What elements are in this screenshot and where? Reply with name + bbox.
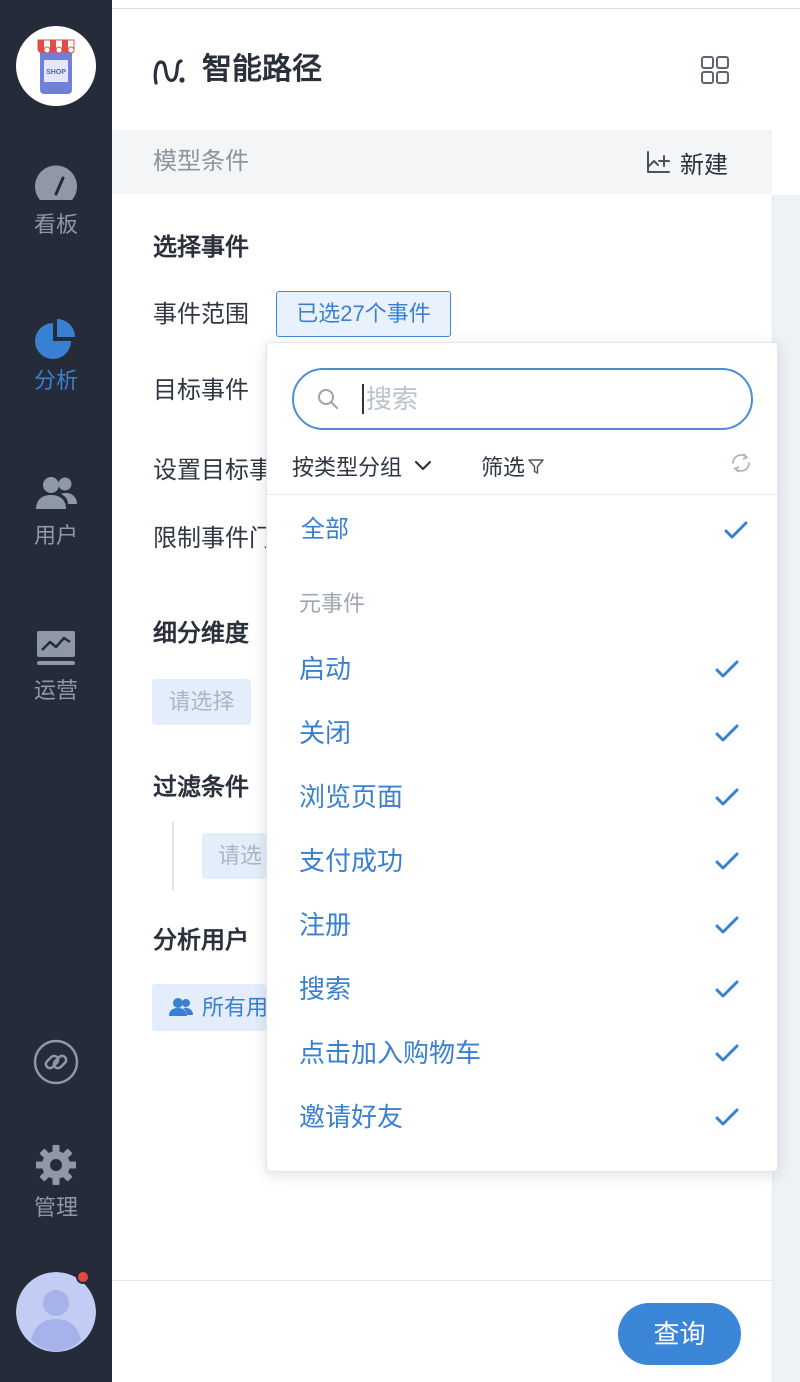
check-icon [715,1107,739,1127]
monitor-chart-icon [32,626,80,670]
sidebar-item-label: 管理 [33,1195,78,1220]
gauge-icon [32,160,80,204]
list-item[interactable]: 关闭 [267,705,777,761]
event-range-label: 事件范围 [153,301,249,328]
filter-icon [527,457,545,475]
sidebar-item-label: 用户 [33,523,78,548]
avatar[interactable] [16,1272,96,1352]
new-button[interactable]: 新建 [645,130,745,194]
model-conditions-bar: 模型条件 新建 [112,130,772,194]
option-label: 支付成功 [299,846,404,876]
group-by-type-select[interactable]: 按类型分组 [292,450,432,482]
filter-label: 筛选 [481,455,526,480]
select-event-heading: 选择事件 [153,234,249,261]
shop-logo[interactable]: SHOP [16,26,96,106]
filter-heading: 过滤条件 [153,774,249,801]
filter-guide-line [172,822,174,890]
list-item[interactable]: 邀请好友 [267,1089,777,1145]
list-item[interactable]: 搜索 [267,961,777,1017]
breakdown-select[interactable]: 请选择 [152,679,251,725]
option-label: 搜索 [299,974,352,1004]
gear-icon [32,1143,80,1187]
analyze-users-select[interactable]: 所有用 [152,984,266,1031]
set-target-label: 设置目标事 [153,457,273,484]
link-icon[interactable] [33,1039,79,1085]
model-conditions-title: 模型条件 [153,148,249,175]
option-label: 点击加入购物车 [299,1038,482,1068]
group-by-label: 按类型分组 [292,455,403,480]
logo-text: SHOP [46,69,66,76]
query-button[interactable]: 查询 [618,1303,741,1365]
new-button-label: 新建 [680,151,728,179]
sidebar-item-analysis[interactable]: 分析 [0,316,112,395]
users-icon [32,471,80,515]
path-icon [152,56,186,86]
event-range-button[interactable]: 已选27个事件 [276,291,451,337]
analyze-users-heading: 分析用户 [153,927,249,954]
shop-logo-icon: SHOP [37,39,75,94]
sidebar-item-operations[interactable]: 运营 [0,626,112,705]
footer-divider [112,1280,772,1281]
option-all[interactable]: 全部 [267,502,777,558]
chevron-down-icon [414,460,432,472]
sidebar-item-manage[interactable]: 管理 [0,1143,112,1222]
check-icon [715,1043,739,1063]
list-item[interactable]: 注册 [267,897,777,953]
sidebar: SHOP 看板 分析 用户 运营 管理 [0,0,112,1382]
search-icon [316,387,340,411]
option-label: 关闭 [299,718,352,748]
top-border [112,8,800,9]
option-label: 启动 [299,654,352,684]
breakdown-heading: 细分维度 [153,620,249,647]
option-label: 全部 [301,516,349,543]
user-avatar-icon [16,1272,96,1352]
group-label-meta-events: 元事件 [299,591,366,616]
notification-dot [76,1270,90,1284]
refresh-icon[interactable] [729,451,753,475]
search-box[interactable] [292,368,753,430]
sidebar-item-label: 分析 [33,368,78,393]
limit-event-label: 限制事件门 [153,525,273,552]
option-label: 浏览页面 [299,782,404,812]
add-chart-icon [645,150,671,174]
sidebar-item-label: 看板 [33,212,78,237]
list-item[interactable]: 浏览页面 [267,769,777,825]
sidebar-item-label: 运营 [33,678,78,703]
dropdown-divider [267,494,777,495]
check-icon [715,787,739,807]
check-icon [724,520,748,540]
text-cursor [362,384,364,414]
check-icon [715,851,739,871]
filter-button[interactable]: 筛选 [481,450,545,482]
list-item[interactable]: 点击加入购物车 [267,1025,777,1081]
sidebar-item-users[interactable]: 用户 [0,471,112,550]
check-icon [715,659,739,679]
page-title: 智能路径 [202,53,322,86]
search-input[interactable] [366,370,736,428]
list-item[interactable]: 支付成功 [267,833,777,889]
event-select-dropdown: 按类型分组 筛选 全部 元事件 启动 关闭 [266,342,778,1172]
sidebar-item-dashboard[interactable]: 看板 [0,160,112,239]
pie-chart-icon [32,316,80,360]
analyze-users-value: 所有用 [202,995,266,1020]
grid-icon[interactable] [701,56,729,84]
users-icon [168,997,194,1017]
check-icon [715,979,739,999]
list-item[interactable]: 启动 [267,641,777,697]
check-icon [715,723,739,743]
option-label: 注册 [299,910,352,940]
target-event-label: 目标事件 [153,377,249,404]
option-label: 邀请好友 [299,1102,404,1132]
filter-select[interactable]: 请选 [202,833,266,879]
check-icon [715,915,739,935]
